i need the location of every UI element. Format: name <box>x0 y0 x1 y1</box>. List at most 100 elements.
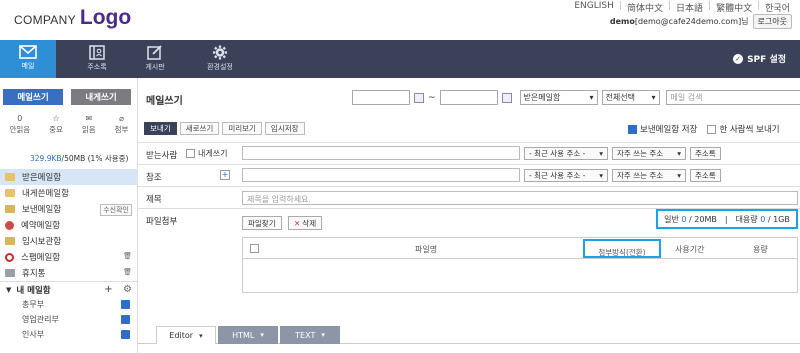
delete-file-button[interactable]: ✕ 삭제 <box>288 216 323 230</box>
select-all-checkbox[interactable] <box>250 244 259 253</box>
lang-chinese-traditional[interactable]: 繁體中文 <box>716 1 752 14</box>
nav-settings[interactable]: 환경설정 <box>192 40 248 78</box>
nav-mail[interactable]: 메일 <box>0 40 56 78</box>
folder-spam[interactable]: 스팸메일함 🗑 <box>0 249 138 265</box>
subfolder-toggle[interactable] <box>121 300 130 309</box>
search-input[interactable]: 메일 검색 <box>665 90 800 105</box>
subfolder-toggle[interactable] <box>121 315 130 324</box>
frequent-address-select[interactable]: 자주 쓰는 주소 ▾ <box>612 147 686 160</box>
calendar-icon[interactable] <box>501 92 512 103</box>
inbox-icon <box>5 173 15 181</box>
chevron-down-icon: ▾ <box>677 171 681 180</box>
calendar-icon[interactable] <box>414 92 424 103</box>
write-to-self-button[interactable]: 내게쓰기 <box>71 89 131 105</box>
frequent-address-select[interactable]: 자주 쓰는 주소 ▾ <box>612 169 686 182</box>
folder-scheduled[interactable]: 예약메일함 <box>0 217 138 233</box>
filter-important[interactable]: ☆ 중요 <box>49 114 63 135</box>
filter-attachment[interactable]: ⌀ 첨부 <box>115 114 129 135</box>
gear-icon[interactable]: ⚙ <box>123 284 132 295</box>
lang-chinese-simplified[interactable]: 简体中文 <box>627 1 663 14</box>
star-icon: ☆ <box>52 114 60 123</box>
folder-inbox[interactable]: 받은메일함 <box>0 169 138 185</box>
unread-count: 0 <box>17 114 23 123</box>
col-attach-method[interactable]: 첨부방식(전환) <box>583 239 661 258</box>
delete-label: 삭제 <box>302 218 317 228</box>
filter-unread[interactable]: 0 안읽음 <box>9 114 30 135</box>
col-period: 사용기간 <box>675 245 705 254</box>
new-mail-button[interactable]: 새로쓰기 <box>179 122 220 135</box>
expand-plus-icon[interactable]: + <box>220 170 230 180</box>
user-email: [demo@cafe24demo.com]님 <box>634 17 749 26</box>
drafts-icon <box>5 237 15 245</box>
recent-address-select[interactable]: - 최근 사용 주소 - ▾ <box>524 147 608 160</box>
tab-html[interactable]: HTML ▾ <box>218 326 278 344</box>
find-file-button[interactable]: 파일찾기 <box>242 216 282 230</box>
compose-area: 메일쓰기 ~ 받은메일함 ▾ 전체선택 ▾ 메일 검색 보내기 새로쓰기 미리보… <box>138 78 800 353</box>
block-icon <box>5 252 14 262</box>
chevron-down-icon: ▼ <box>6 285 12 294</box>
to-self-option[interactable]: 내게쓰기 <box>186 148 227 159</box>
preview-button[interactable]: 미리보기 <box>222 122 262 135</box>
nav-mail-label: 메일 <box>21 62 35 70</box>
page-title: 메일쓰기 <box>146 96 183 107</box>
folder-label: 예약메일함 <box>21 221 61 231</box>
cc-input[interactable] <box>242 168 520 182</box>
to-self-checkbox[interactable] <box>186 149 195 158</box>
mailbox-select[interactable]: 받은메일함 ▾ <box>519 90 598 105</box>
company-logo[interactable]: COMPANY Logo <box>14 6 131 30</box>
date-separator: ~ <box>428 92 436 103</box>
subfolder-toggle[interactable] <box>121 330 130 339</box>
subfolder-label: 영업관리부 <box>22 315 59 324</box>
recent-address-select[interactable]: - 최근 사용 주소 - ▾ <box>524 169 608 182</box>
compose-toolbar: 보내기 새로쓰기 미리보기 임시저장 <box>144 122 308 135</box>
nav-board[interactable]: 게시판 <box>127 40 183 78</box>
subfolder-item[interactable]: 총무부 <box>0 297 138 312</box>
spf-label: SPF 설정 <box>747 55 786 65</box>
subfolder-label: 인사부 <box>22 330 45 339</box>
separate-send-checkbox[interactable] <box>707 124 717 134</box>
date-from-input[interactable] <box>352 90 410 105</box>
empty-trash-icon[interactable]: 🗑 <box>123 252 132 260</box>
add-folder-icon[interactable]: + <box>104 284 112 295</box>
spf-settings-button[interactable]: ✓ SPF 설정 <box>733 52 786 65</box>
normal-limit-max: / 20MB <box>689 214 717 224</box>
envelope-open-icon: ✉ <box>85 114 93 123</box>
folder-drafts[interactable]: 임시보관함 <box>0 233 138 249</box>
subject-input[interactable]: 제목을 입력하세요. <box>242 191 798 205</box>
nav-contacts[interactable]: 주소록 <box>69 40 125 78</box>
mailbox-select-value: 받은메일함 <box>523 93 561 102</box>
empty-trash-icon[interactable]: 🗑 <box>123 268 132 276</box>
main-nav: 메일 주소록 게시판 환경설정 ✓ SPF 설정 <box>0 40 800 78</box>
folder-sent[interactable]: 보낸메일함 수신확인 <box>0 201 138 217</box>
subfolder-item[interactable]: 인사부 <box>0 327 138 342</box>
contacts-icon <box>89 45 105 60</box>
read-receipt-button[interactable]: 수신확인 <box>100 204 132 216</box>
subject-label: 제목 <box>146 195 162 205</box>
addressbook-button[interactable]: 주소록 <box>690 169 721 182</box>
tab-editor[interactable]: Editor ▾ <box>156 326 216 344</box>
to-input[interactable] <box>242 146 520 160</box>
lang-english[interactable]: ENGLISH <box>574 1 614 14</box>
mybox-label: 내 메일함 <box>16 285 51 296</box>
write-mail-button[interactable]: 메일쓰기 <box>3 89 63 105</box>
send-button[interactable]: 보내기 <box>144 122 177 135</box>
save-sent-checkbox[interactable] <box>628 124 637 134</box>
tab-text[interactable]: TEXT ▾ <box>280 326 340 344</box>
recent-address-value: - 최근 사용 주소 - <box>529 171 586 180</box>
cc-label: 참조 <box>146 173 162 183</box>
col-attach-method-label: 첨부방식(전환) <box>598 248 646 257</box>
folder-self-sent[interactable]: 내게쓴메일함 <box>0 185 138 201</box>
filter-read[interactable]: ✉ 읽음 <box>82 114 96 135</box>
scope-select[interactable]: 전체선택 ▾ <box>601 90 660 105</box>
folder-label: 임시보관함 <box>22 237 62 247</box>
logout-button[interactable]: 로그아웃 <box>752 14 792 29</box>
folder-trash[interactable]: 휴지통 🗑 <box>0 265 138 281</box>
editor-tabs: Editor ▾ HTML ▾ TEXT ▾ <box>156 326 342 344</box>
my-mailbox-header[interactable]: ▼ 내 메일함 + ⚙ <box>0 281 138 297</box>
addressbook-button[interactable]: 주소록 <box>690 147 721 160</box>
lang-japanese[interactable]: 日本語 <box>676 1 703 14</box>
subfolder-item[interactable]: 영업관리부 <box>0 312 138 327</box>
date-to-input[interactable] <box>439 90 498 105</box>
lang-korean[interactable]: 한국어 <box>765 1 790 14</box>
save-draft-button[interactable]: 임시저장 <box>264 122 305 135</box>
